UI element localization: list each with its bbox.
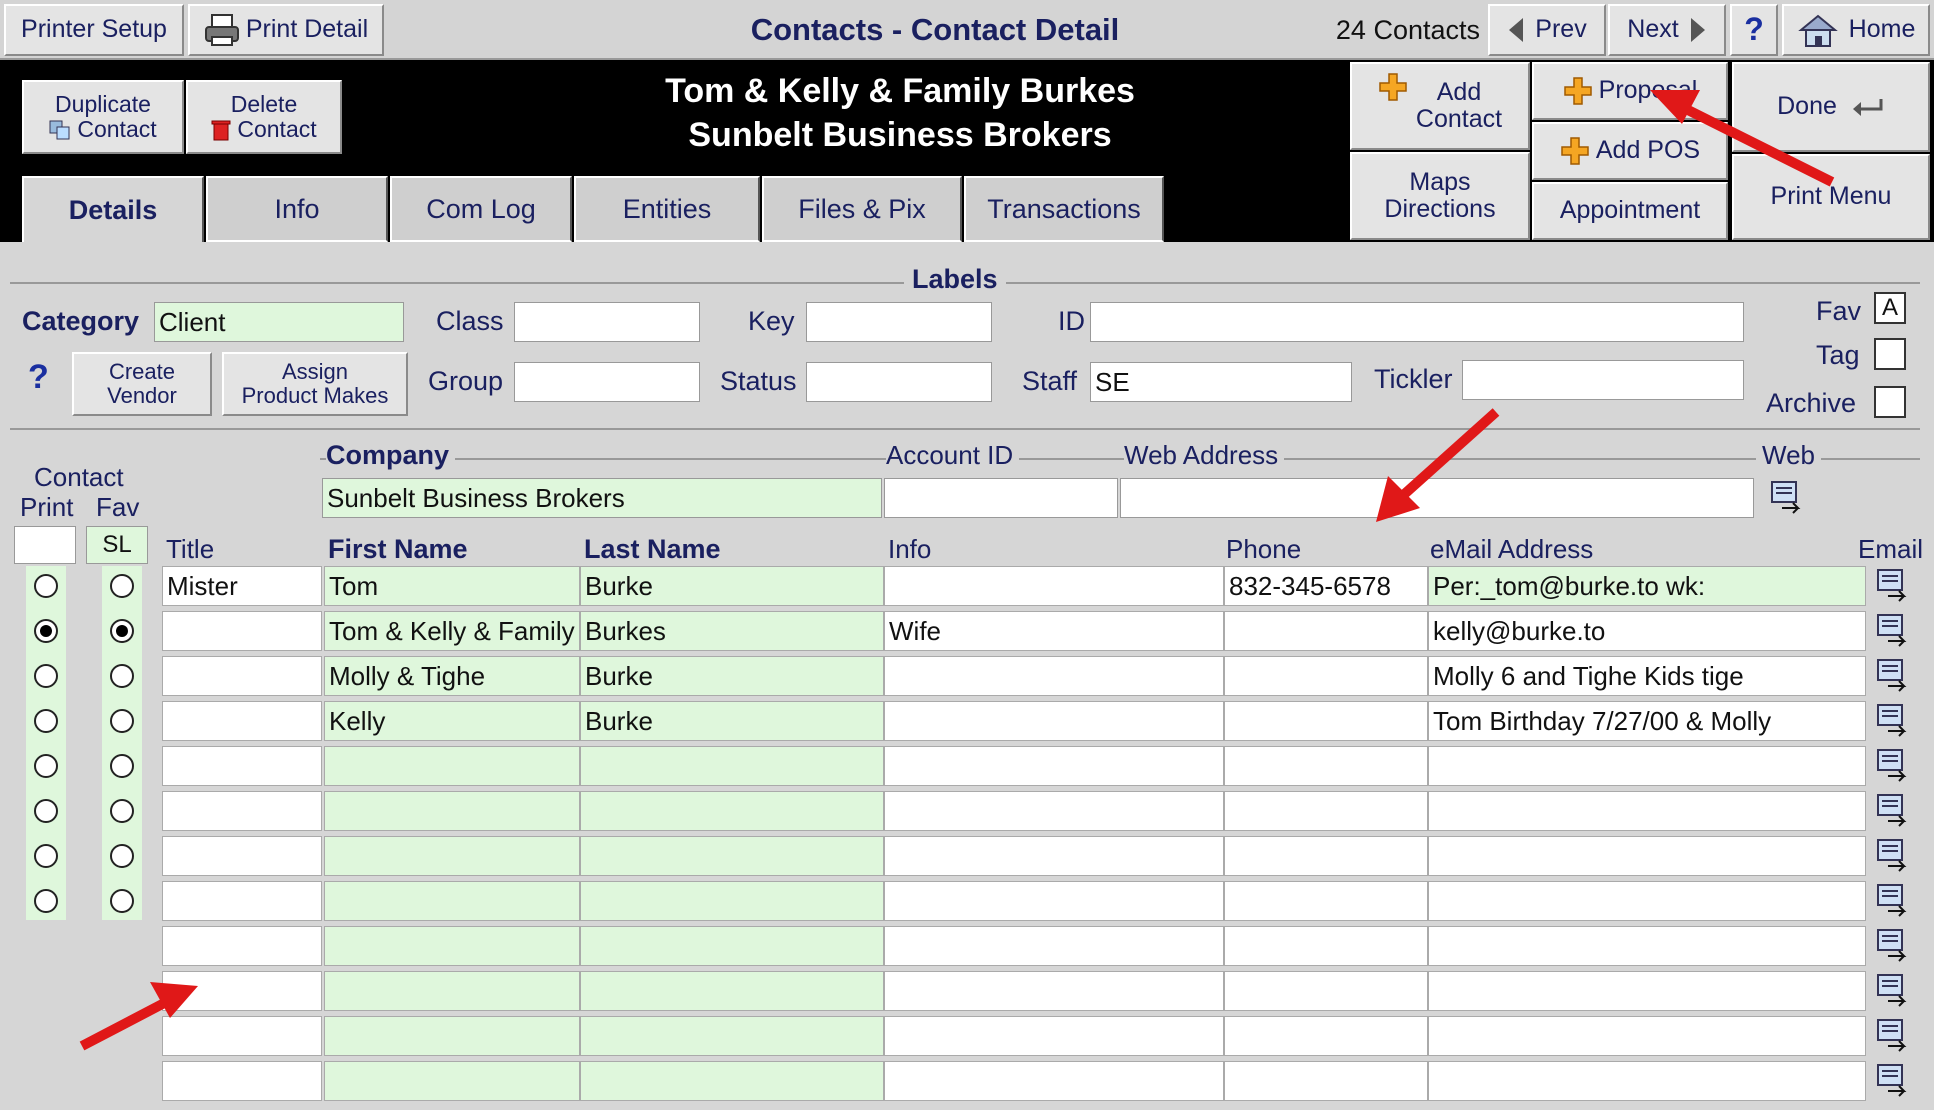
arrow-to-phone-column xyxy=(1376,408,1500,522)
arrow-to-proposal xyxy=(1650,90,1835,187)
arrow-to-empty-row xyxy=(79,982,198,1051)
annotation-arrows xyxy=(79,90,1835,1051)
contact-detail-window: Printer Setup Print Detail Contacts - Co… xyxy=(0,0,1934,1110)
